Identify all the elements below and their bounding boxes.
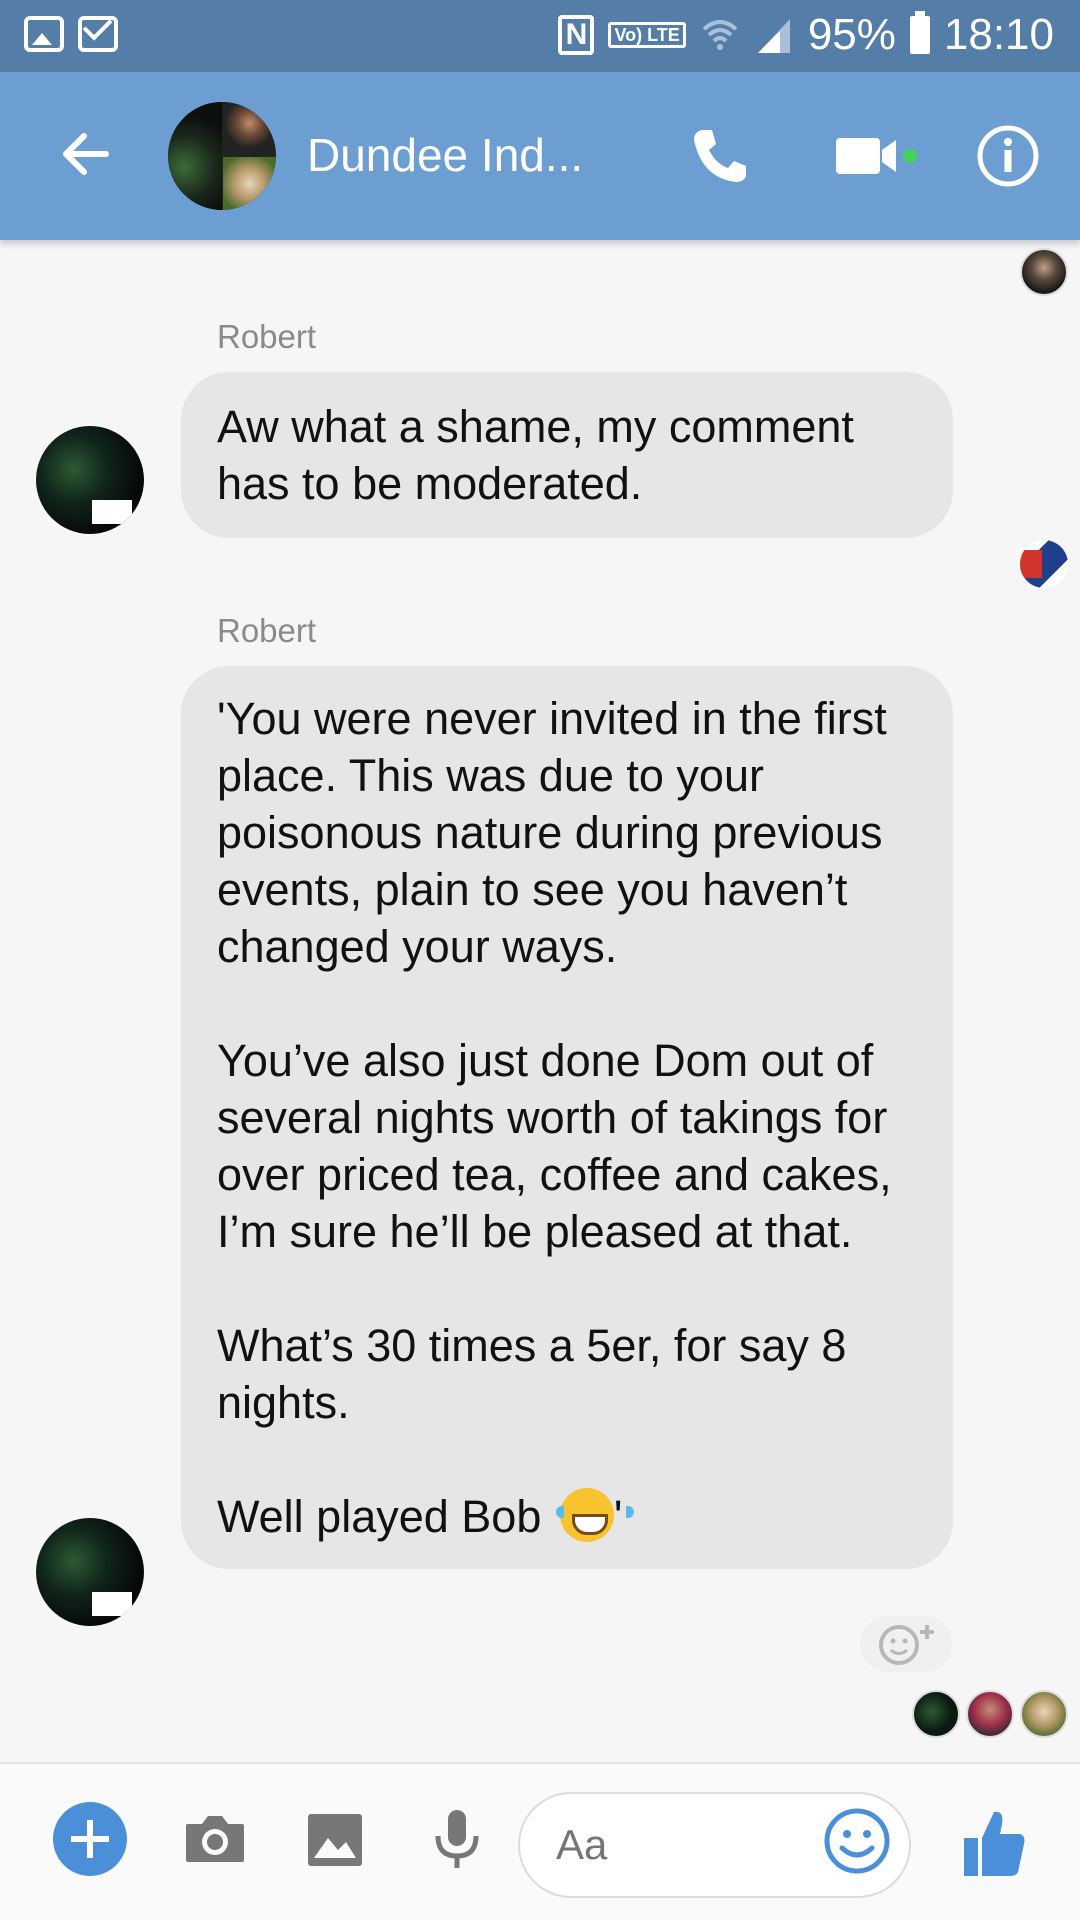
group-avatar[interactable] bbox=[168, 102, 276, 210]
status-bar: N Vo) LTE 95% 18:10 bbox=[0, 0, 1080, 72]
read-receipt-avatar bbox=[1020, 248, 1068, 296]
microphone-icon[interactable] bbox=[420, 1802, 494, 1876]
sender-avatar[interactable] bbox=[36, 1518, 144, 1626]
video-camera-icon[interactable] bbox=[832, 120, 922, 192]
read-receipt-avatar bbox=[966, 1690, 1014, 1738]
message-bubble[interactable]: 'You were never invited in the first pla… bbox=[181, 666, 953, 1569]
gallery-icon[interactable] bbox=[298, 1802, 372, 1876]
message-paragraph: 'You were never invited in the first pla… bbox=[217, 693, 900, 972]
message-bubble[interactable]: Aw what a shame, my comment has to be mo… bbox=[181, 372, 953, 538]
add-reaction-icon bbox=[879, 1625, 934, 1665]
clock: 18:10 bbox=[943, 10, 1054, 59]
tears-of-joy-emoji-icon bbox=[555, 1488, 634, 1542]
volte-indicator: Vo) LTE bbox=[608, 22, 686, 48]
back-arrow-icon[interactable] bbox=[56, 124, 116, 184]
message-paragraph: Well played Bob ' bbox=[217, 1488, 917, 1545]
add-reaction-icon[interactable] bbox=[860, 1616, 952, 1672]
read-receipt-avatar bbox=[912, 1690, 960, 1738]
read-receipts bbox=[912, 1690, 1068, 1738]
battery-percent: 95% bbox=[807, 10, 896, 59]
conversation-header: Dundee Ind... bbox=[0, 72, 1080, 240]
sender-name: Robert bbox=[217, 318, 317, 355]
message-paragraph: You’ve also just done Dom out of several… bbox=[217, 1035, 905, 1257]
message-text: Aw what a shame, my comment has to be mo… bbox=[217, 401, 867, 509]
info-icon[interactable] bbox=[972, 120, 1044, 192]
battery-icon bbox=[909, 11, 930, 54]
phone-icon[interactable] bbox=[684, 120, 756, 192]
signal-icon bbox=[757, 19, 790, 53]
add-icon[interactable] bbox=[53, 1802, 127, 1876]
sender-avatar[interactable] bbox=[36, 426, 144, 534]
message-text: Well played Bob bbox=[217, 1491, 542, 1542]
sender-name: Robert bbox=[217, 612, 317, 649]
camera-icon[interactable] bbox=[178, 1802, 252, 1876]
thumbs-up-icon[interactable] bbox=[960, 1804, 1030, 1880]
composer-bar bbox=[0, 1762, 1080, 1920]
read-receipt-avatar bbox=[1020, 540, 1068, 588]
nfc-icon: N bbox=[558, 15, 595, 55]
emoji-icon[interactable] bbox=[822, 1806, 892, 1876]
read-receipt-avatar bbox=[1020, 1690, 1068, 1738]
mail-notification-icon bbox=[78, 16, 118, 52]
message-paragraph: What’s 30 times a 5er, for say 8 nights. bbox=[217, 1320, 859, 1428]
wifi-icon bbox=[702, 20, 738, 50]
conversation-title[interactable]: Dundee Ind... bbox=[307, 128, 583, 182]
gallery-notification-icon bbox=[24, 16, 64, 52]
